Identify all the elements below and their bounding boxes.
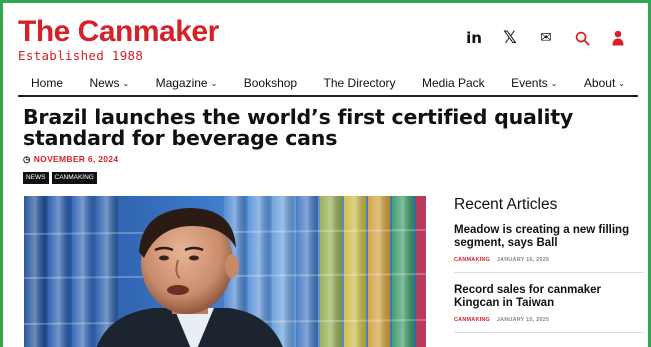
- logo-title: The Canmaker: [18, 15, 219, 48]
- main-nav: Home News ⌄ Magazine ⌄ Bookshop The Direct…: [18, 71, 638, 95]
- nav-about[interactable]: About ⌄: [571, 76, 638, 90]
- x-icon[interactable]: 𝕏: [492, 25, 528, 51]
- recent-article-date: JANUARY 16, 2025: [496, 257, 550, 263]
- tag-news[interactable]: NEWS: [23, 172, 49, 184]
- nav-bookshop[interactable]: Bookshop: [231, 76, 310, 90]
- site-logo[interactable]: The Canmaker Established 1988: [18, 15, 219, 64]
- recent-article-meta: CANMAKING JANUARY 16, 2025: [454, 257, 644, 263]
- header-icons: in 𝕏 ✉: [456, 25, 636, 51]
- chevron-down-icon: ⌄: [122, 79, 130, 88]
- nav-news[interactable]: News ⌄: [76, 76, 142, 90]
- mail-icon[interactable]: ✉: [528, 25, 564, 51]
- article-hero-image: [24, 196, 426, 347]
- linkedin-icon[interactable]: in: [456, 25, 492, 51]
- recent-articles: Recent Articles Meadow is creating a new…: [454, 196, 644, 344]
- recent-article-link[interactable]: Record sales for canmaker Kingcan in Tai…: [454, 284, 644, 310]
- search-icon[interactable]: [564, 25, 600, 51]
- nav-divider: [18, 95, 638, 97]
- logo-subtitle: Established 1988: [18, 48, 144, 63]
- tag-canmaking[interactable]: CANMAKING: [51, 172, 97, 184]
- nav-media-pack[interactable]: Media Pack: [409, 76, 498, 90]
- nav-home[interactable]: Home: [18, 76, 76, 90]
- chevron-down-icon: ⌄: [550, 79, 558, 88]
- recent-article-category[interactable]: CANMAKING: [454, 257, 490, 263]
- article-headline: Brazil launches the world’s first certif…: [23, 105, 574, 150]
- page-frame: The Canmaker Established 1988 in 𝕏 ✉ Hom…: [0, 0, 651, 347]
- nav-events[interactable]: Events ⌄: [498, 76, 570, 90]
- list-item: Record sales for canmaker Kingcan in Tai…: [454, 284, 644, 333]
- recent-article-category[interactable]: CANMAKING: [454, 317, 490, 323]
- nav-magazine[interactable]: Magazine ⌄: [143, 76, 231, 90]
- recent-articles-title: Recent Articles: [454, 196, 558, 213]
- article-date: ◷ NOVEMBER 6, 2024: [23, 154, 119, 164]
- clock-icon: ◷: [23, 154, 31, 164]
- nav-directory[interactable]: The Directory: [311, 76, 409, 90]
- recent-article-link[interactable]: Meadow is creating a new filling segment…: [454, 224, 644, 250]
- chevron-down-icon: ⌄: [618, 79, 625, 88]
- recent-article-meta: CANMAKING JANUARY 15, 2025: [454, 317, 644, 323]
- chevron-down-icon: ⌄: [210, 79, 218, 88]
- article-tags: NEWS CANMAKING: [23, 172, 97, 184]
- recent-article-date: JANUARY 15, 2025: [496, 317, 550, 323]
- list-item: Meadow is creating a new filling segment…: [454, 224, 644, 273]
- user-icon[interactable]: [600, 25, 636, 51]
